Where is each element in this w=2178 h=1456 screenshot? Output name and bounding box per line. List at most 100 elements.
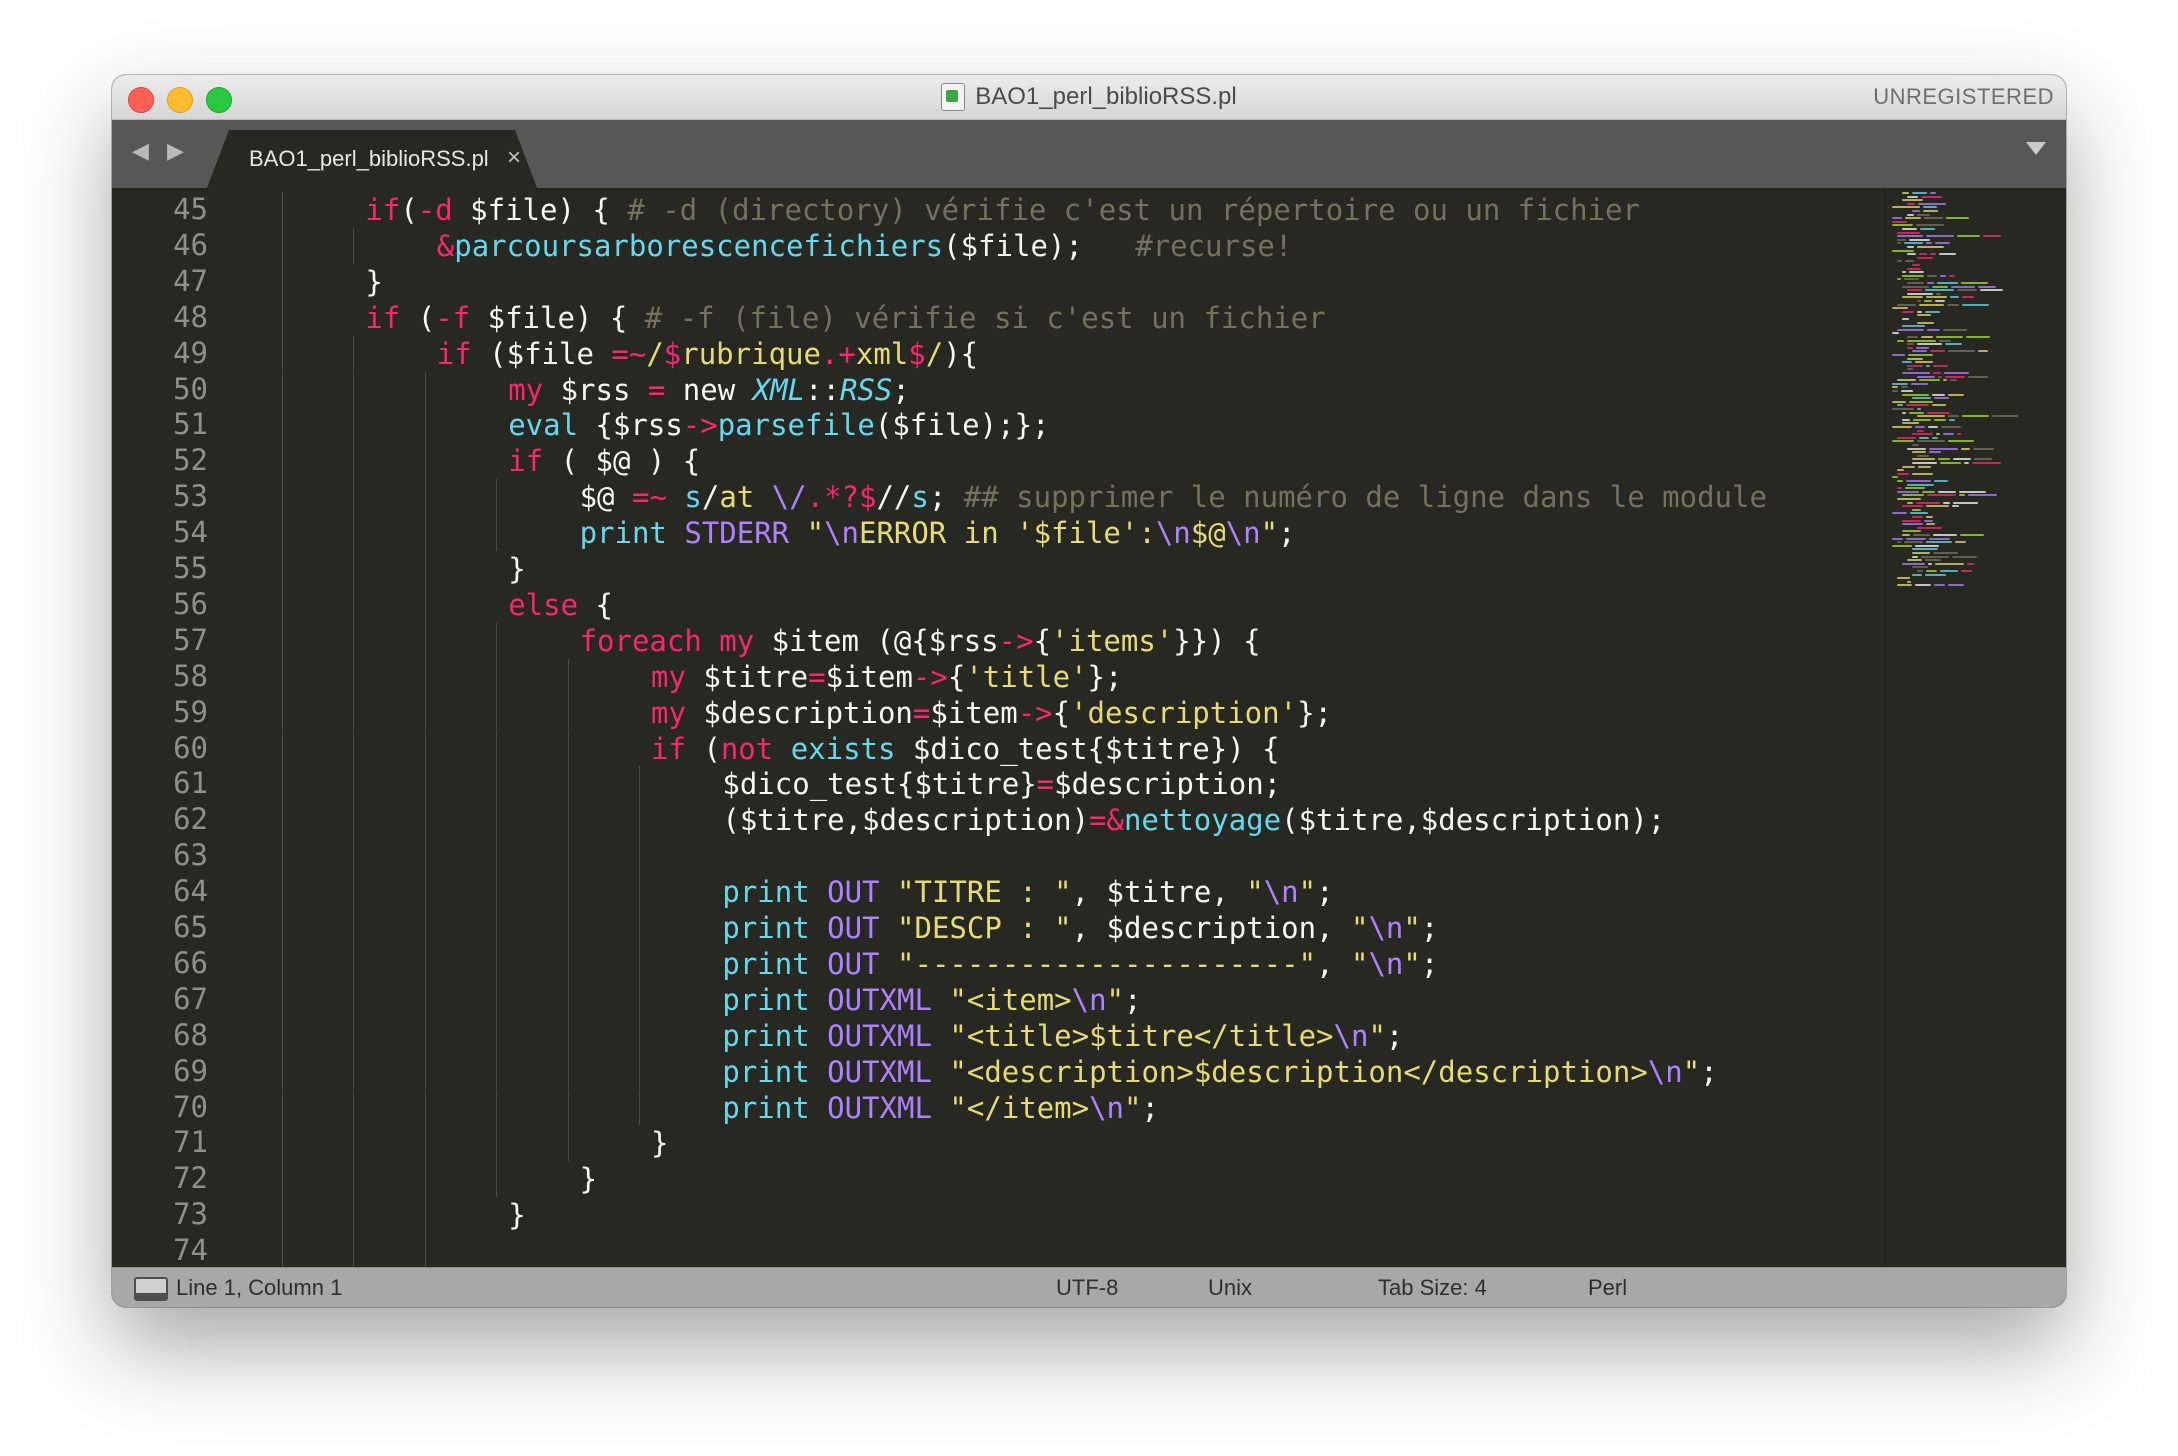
encoding-indicator[interactable]: UTF-8 [1056,1268,1118,1307]
code-line[interactable]: } [651,1125,668,1161]
indent-guide [282,515,283,551]
minimap-stroke [1952,505,1959,508]
code-line[interactable]: if ( $@ ) { [508,443,700,479]
line-endings-indicator[interactable]: Unix [1208,1268,1252,1307]
code-line[interactable]: print OUT "TITRE : ", $titre, "\n"; [722,874,1333,910]
indent-guide [353,1161,355,1198]
code-token: xml [855,336,909,371]
minimap-stroke [1940,462,1961,464]
panel-toggle-icon[interactable] [134,1277,168,1301]
minimap-stroke [1929,451,1941,454]
code-token: , $description, [1071,911,1351,945]
minimap-stroke [1907,501,1913,504]
code-token: $item (@{$rss [754,623,999,658]
tab-bao1-perl[interactable]: BAO1_perl_biblioRSS.pl × [207,130,537,188]
line-number: 63 [173,838,208,873]
minimap-stroke [1980,289,2003,292]
minimap-stroke [1917,343,1942,346]
minimap-stroke [1897,303,1916,306]
syntax-indicator[interactable]: Perl [1588,1268,1627,1307]
code-line[interactable]: print OUT "DESCP : ", $description, "\n"… [722,910,1438,946]
minimap-stroke [1902,418,1910,421]
minimap-stroke [1907,559,1922,562]
code-token: \n [1333,1018,1369,1053]
minimap-stroke [1912,210,1920,212]
minimap-stroke [1897,242,1901,245]
code-line[interactable]: $dico_test{$titre}=$description; [722,766,1281,802]
code-line[interactable]: } [365,264,382,300]
indent-guide [424,1197,426,1234]
minimap-stroke [1902,519,1921,522]
code-line[interactable]: print OUT "----------------------", "\n"… [722,946,1438,982]
indent-guide [567,910,569,946]
code-line[interactable]: if (not exists $dico_test{$titre}) { [651,731,1280,767]
code-line[interactable]: my $titre=$item->{'title'}; [651,659,1122,695]
code-line[interactable]: print STDERR "\nERROR in '$file':\n$@\n"… [580,515,1296,551]
indent-guide [282,551,283,587]
minimap[interactable] [1885,188,2066,1268]
minimap-stroke [1902,523,1923,526]
minimap-stroke [1962,303,1989,306]
indent-guide [424,802,426,839]
tab-size-indicator[interactable]: Tab Size: 4 [1378,1268,1487,1307]
indent-guide [424,407,426,444]
code-token: {$rss [578,408,683,443]
minimap-stroke [1919,436,1929,439]
code-token: ){ [943,336,979,371]
line-number: 62 [173,802,208,837]
cursor-position[interactable]: Line 1, Column 1 [176,1268,342,1307]
line-number: 58 [173,658,208,693]
code-line[interactable]: print OUTXML "<title>$titre</title>\n"; [722,1018,1403,1054]
code-line[interactable]: } [508,551,525,587]
indent-guide [424,1125,426,1162]
minimap-stroke [1973,447,1994,450]
tab-close-icon[interactable]: × [507,144,521,172]
code-line[interactable]: &parcoursarborescencefichiers($file); #r… [437,228,1293,264]
indent-guide [282,479,283,516]
minimap-stroke [1915,361,1933,364]
code-token: ( [400,300,436,335]
indent-guide [282,658,283,695]
minimap-stroke [1921,555,1949,558]
minimap-stroke [1943,501,1950,504]
tab-overflow-menu-icon[interactable] [2026,142,2046,155]
code-line[interactable]: print OUTXML "<description>$description<… [722,1054,1717,1090]
code-token: ; [1420,911,1439,945]
code-line[interactable]: if(-d $file) { # -d (directory) vérifie … [365,192,1640,228]
code-line[interactable]: print OUTXML "</item>\n"; [722,1090,1159,1126]
minimap-stroke [1907,339,1936,342]
code-line[interactable]: } [508,1197,525,1233]
indent-guide [424,1161,426,1198]
code-line[interactable]: my $rss = new XML::RSS; [508,372,910,408]
minimap-stroke [1957,433,1961,436]
tab-nav-arrows-icon[interactable]: ◀ ▶ [132,138,190,164]
code-line[interactable]: } [580,1161,597,1197]
minimap-stroke [1930,192,1936,194]
code-editor[interactable]: 45 46 47 48 49 50 51 52 53 54 55 56 57 58 59 60 61 62 63 64… [112,188,2066,1268]
code-line[interactable]: print OUTXML "<item>\n"; [722,982,1141,1018]
code-line[interactable]: my $description=$item->{'description'}; [651,695,1332,731]
minimap-stroke [1892,249,1914,252]
code-line[interactable]: if (-f $file) { # -f (file) vérifie si c… [365,300,1325,336]
code-token: }; [1297,695,1332,730]
code-token: " [1403,946,1421,981]
code-line[interactable]: if ($file =~/$rubrique.+xml$/){ [437,336,978,372]
minimap-stroke [1918,202,1946,205]
code-area[interactable]: if(-d $file) { # -d (directory) vérifie … [252,188,1886,1268]
indent-guide [353,658,355,695]
code-line[interactable]: else { [508,587,613,623]
minimap-stroke [1923,206,1937,209]
code-line[interactable]: foreach my $item (@{$rss->{'items'}}) { [580,623,1261,659]
code-line[interactable]: $@ =~ s/at \/.*?$//s; ## supprimer le nu… [580,479,1767,515]
indent-guide [496,1017,498,1054]
code-line[interactable]: eval {$rss->parsefile($file);}; [508,407,1049,443]
code-token: =& [1089,803,1124,838]
code-token: , $titre, [1071,875,1247,910]
code-line[interactable]: ($titre,$description)=&nettoyage($titre,… [722,802,1665,838]
indent-guide [639,1053,640,1090]
minimap-stroke [1907,580,1911,583]
minimap-stroke [1902,310,1914,313]
indent-guide [567,766,569,803]
code-token: -> [912,659,948,694]
